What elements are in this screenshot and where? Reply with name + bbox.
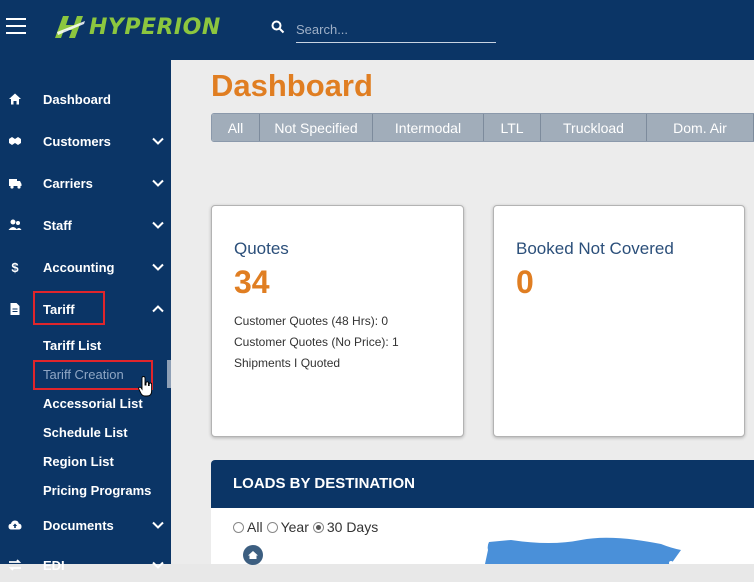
range-all-radio[interactable]	[233, 521, 244, 533]
hyperion-logo-icon	[55, 16, 85, 38]
sidebar-subitem-tariff-list[interactable]: Tariff List	[43, 338, 101, 353]
sidebar-item-customers[interactable]: Customers	[0, 124, 171, 158]
map-home-icon[interactable]	[243, 545, 263, 565]
sidebar-item-documents[interactable]: Documents	[0, 508, 171, 542]
chevron-down-icon[interactable]	[152, 135, 164, 147]
booked-not-covered-card[interactable]: Booked Not Covered 0	[493, 205, 745, 437]
search-icon[interactable]	[271, 20, 285, 34]
range-30-days-radio[interactable]	[312, 521, 324, 533]
sidebar-subitem-accessorial-list[interactable]: Accessorial List	[43, 396, 143, 411]
search-input[interactable]	[296, 17, 496, 43]
exchange-icon	[8, 559, 22, 571]
quotes-card-title: Quotes	[234, 239, 289, 258]
tariff-highlight-box	[33, 291, 105, 325]
sidebar-item-label: Dashboard	[43, 91, 111, 107]
shipments-i-quoted: Shipments I Quoted	[234, 356, 341, 370]
sidebar-item-label: Customers	[43, 133, 111, 149]
load-type-filter-bar: All Not Specified Intermodal LTL Trucklo…	[211, 113, 754, 142]
sidebar-item-label: Documents	[43, 517, 114, 533]
page-title: Dashboard	[211, 68, 373, 103]
sidebar-item-staff[interactable]: Staff	[0, 208, 171, 242]
range-year-radio[interactable]	[266, 521, 278, 533]
range-all-label[interactable]: All	[247, 519, 263, 535]
cloud-upload-icon	[8, 520, 22, 530]
hand-cursor-icon	[138, 376, 153, 397]
booked-card-title: Booked Not Covered	[516, 239, 674, 258]
loads-by-destination-body: All Year 30 Days	[211, 508, 754, 565]
sidebar-item-carriers[interactable]: Carriers	[0, 166, 171, 200]
destination-map[interactable]	[471, 536, 711, 564]
sidebar-item-label: Staff	[43, 217, 72, 233]
sidebar-subitem-region-list[interactable]: Region List	[43, 454, 114, 469]
chevron-down-icon[interactable]	[152, 177, 164, 189]
quotes-card[interactable]: Quotes 34 Customer Quotes (48 Hrs): 0 Cu…	[211, 205, 464, 437]
top-bar: HYPERION	[0, 0, 754, 60]
quotes-count: 34	[234, 264, 270, 300]
chevron-down-icon[interactable]	[152, 559, 164, 571]
brand-name: HYPERION	[89, 14, 221, 40]
loads-panel-title: LOADS BY DESTINATION	[233, 475, 415, 492]
sidebar-item-label: EDI	[43, 557, 65, 573]
tariff-creation-highlight-box	[33, 360, 153, 390]
sidebar-item-dashboard[interactable]: Dashboard	[0, 82, 171, 116]
range-30-days-label[interactable]: 30 Days	[327, 519, 378, 535]
chevron-down-icon[interactable]	[152, 219, 164, 231]
customer-quotes-no-price: Customer Quotes (No Price): 1	[234, 335, 399, 349]
document-icon	[10, 303, 20, 315]
filter-intermodal-button[interactable]: Intermodal	[373, 114, 484, 141]
range-year-label[interactable]: Year	[281, 519, 309, 535]
customer-quotes-48hrs: Customer Quotes (48 Hrs): 0	[234, 314, 389, 328]
sidebar-item-label: Accounting	[43, 259, 115, 275]
filter-dom-air-button[interactable]: Dom. Air	[647, 114, 754, 141]
filter-truckload-button[interactable]: Truckload	[541, 114, 647, 141]
date-range-selector: All Year 30 Days	[233, 519, 382, 535]
loads-by-destination-header: LOADS BY DESTINATION	[211, 460, 754, 508]
sidebar-item-edi[interactable]: EDI	[0, 548, 171, 582]
filter-not-specified-button[interactable]: Not Specified	[260, 114, 373, 141]
chevron-down-icon[interactable]	[152, 261, 164, 273]
users-icon	[8, 219, 22, 230]
dollar-icon: $	[11, 259, 19, 275]
sidebar-item-accounting[interactable]: $ Accounting	[0, 250, 171, 284]
sidebar-subitem-pricing-programs[interactable]: Pricing Programs	[43, 483, 151, 498]
filter-ltl-button[interactable]: LTL	[484, 114, 541, 141]
sidebar-subitem-schedule-list[interactable]: Schedule List	[43, 425, 128, 440]
filter-all-button[interactable]: All	[212, 114, 260, 141]
hamburger-menu-icon[interactable]	[6, 18, 26, 34]
sidebar-item-label: Carriers	[43, 175, 93, 191]
booked-count: 0	[516, 264, 534, 300]
chevron-up-icon[interactable]	[152, 303, 164, 315]
home-icon	[9, 93, 21, 105]
chevron-down-icon[interactable]	[152, 519, 164, 531]
handshake-icon	[9, 137, 21, 145]
truck-icon	[9, 179, 22, 189]
brand-logo[interactable]: HYPERION	[55, 12, 221, 42]
